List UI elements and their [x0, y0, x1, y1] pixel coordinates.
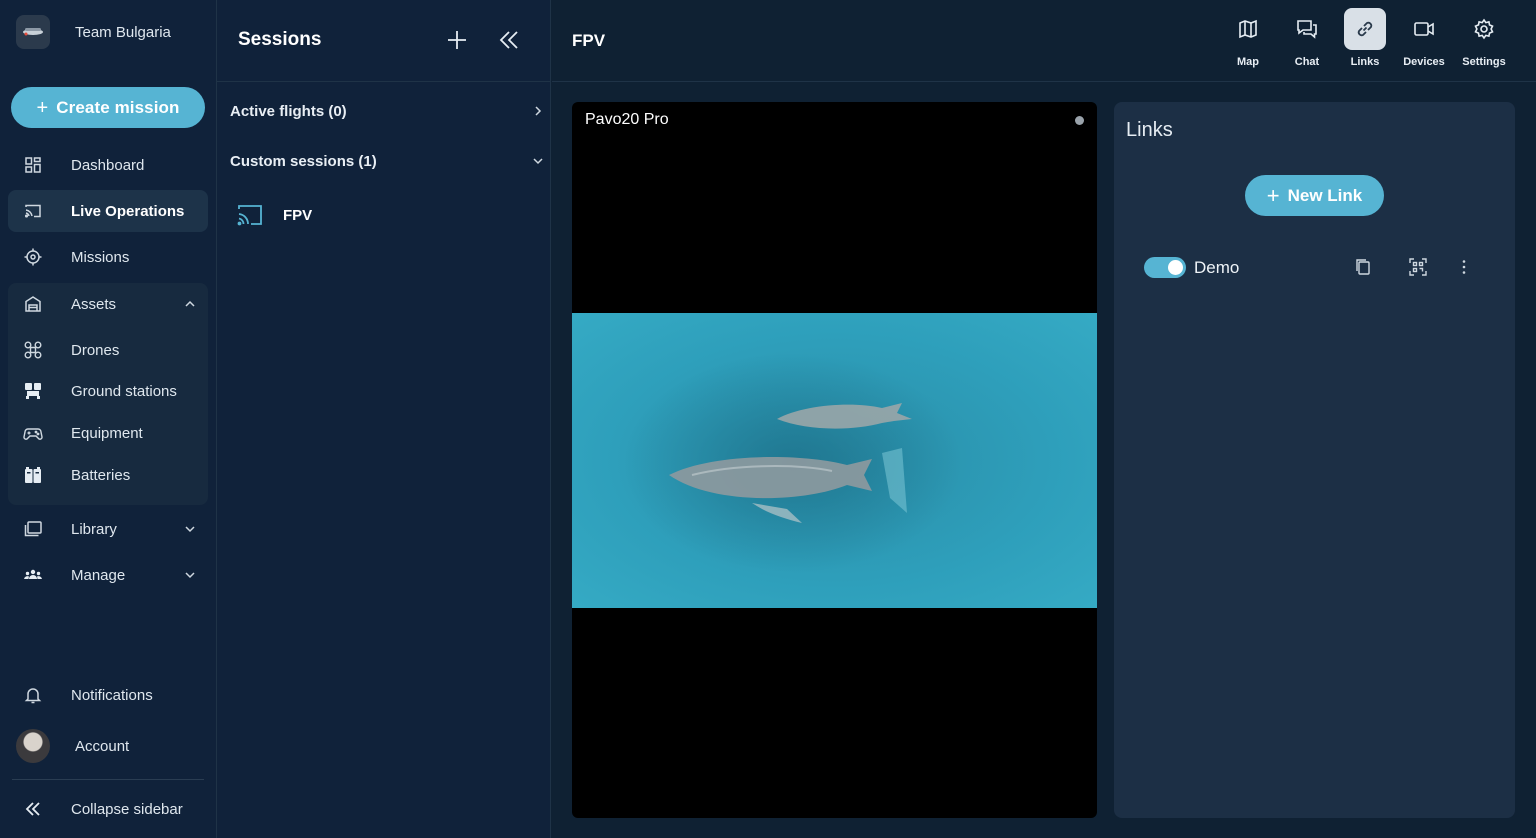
- collapse-sessions-icon[interactable]: [498, 29, 520, 51]
- collapse-sidebar-button[interactable]: Collapse sidebar: [8, 788, 208, 830]
- chevron-down-icon: [532, 155, 544, 167]
- sidebar-item-label: Equipment: [71, 424, 143, 442]
- sidebar-item-account[interactable]: Account: [12, 725, 208, 767]
- video-feed[interactable]: Pavo20 Pro: [572, 102, 1097, 818]
- sessions-panel: Sessions Active flights (0) Custom sessi…: [217, 0, 551, 838]
- chevron-up-icon[interactable]: [184, 298, 196, 310]
- warehouse-icon: [23, 294, 43, 314]
- page-title: FPV: [572, 31, 606, 50]
- tab-label: Devices: [1403, 56, 1445, 68]
- cast-icon: [23, 201, 43, 221]
- sidebar-item-label: Library: [71, 520, 117, 538]
- team-name: Team Bulgaria: [75, 23, 171, 41]
- team-logo: [16, 15, 50, 49]
- map-icon: [1227, 8, 1269, 50]
- sessions-header: Sessions: [217, 0, 551, 82]
- link-icon: [1344, 8, 1386, 50]
- gear-icon: [1463, 8, 1505, 50]
- tab-devices[interactable]: Devices: [1402, 8, 1446, 72]
- tab-label: Settings: [1462, 56, 1506, 68]
- session-item-fpv[interactable]: FPV: [237, 203, 312, 227]
- sidebar-divider: [12, 779, 204, 780]
- chat-icon: [1286, 8, 1328, 50]
- custom-sessions-row[interactable]: Custom sessions (1): [230, 146, 544, 176]
- dashboard-icon: [23, 155, 43, 175]
- left-sidebar: Team Bulgaria + Create mission Dashboard…: [0, 0, 217, 838]
- battery-icon: [23, 465, 43, 485]
- ground-station-icon: [23, 381, 43, 401]
- link-name: Demo: [1194, 258, 1240, 277]
- sidebar-item-ground-stations[interactable]: Ground stations: [8, 370, 208, 412]
- sidebar-item-library[interactable]: Library: [8, 508, 208, 550]
- tab-chat[interactable]: Chat: [1285, 8, 1329, 72]
- double-chevron-left-icon: [23, 799, 43, 819]
- sidebar-item-label: Drones: [71, 341, 120, 359]
- cast-icon: [237, 203, 263, 227]
- sidebar-item-label: Manage: [71, 566, 126, 584]
- copy-icon[interactable]: [1353, 257, 1373, 277]
- gamepad-icon: [23, 423, 43, 443]
- sidebar-item-label: Ground stations: [71, 382, 177, 400]
- toggle-knob: [1168, 260, 1183, 275]
- sidebar-item-drones[interactable]: Drones: [8, 329, 208, 371]
- target-icon: [23, 247, 43, 267]
- sidebar-item-equipment[interactable]: Equipment: [8, 412, 208, 454]
- new-link-label: New Link: [1287, 185, 1363, 205]
- sidebar-item-label: Batteries: [71, 466, 131, 484]
- chevron-right-icon: [532, 105, 544, 117]
- sidebar-item-label: Live Operations: [71, 202, 185, 220]
- tab-label: Links: [1350, 56, 1380, 68]
- sidebar-item-label: Assets: [71, 295, 117, 313]
- sidebar-item-label: Collapse sidebar: [71, 800, 183, 818]
- sidebar-item-label: Missions: [71, 248, 130, 266]
- bell-icon: [23, 685, 43, 705]
- tab-label: Chat: [1294, 56, 1320, 68]
- sidebar-item-label: Dashboard: [71, 156, 145, 174]
- status-indicator: [1075, 116, 1084, 125]
- sidebar-item-manage[interactable]: Manage: [8, 554, 208, 596]
- link-enabled-toggle[interactable]: [1144, 257, 1186, 278]
- sidebar-item-assets[interactable]: Assets: [8, 283, 208, 325]
- sidebar-item-dashboard[interactable]: Dashboard: [8, 144, 208, 186]
- video-camera-icon: [1403, 8, 1445, 50]
- device-name: Pavo20 Pro: [585, 111, 669, 128]
- plus-icon: +: [36, 96, 49, 119]
- active-flights-label: Active flights (0): [230, 102, 347, 120]
- sidebar-item-missions[interactable]: Missions: [8, 236, 208, 278]
- chevron-down-icon[interactable]: [184, 569, 196, 581]
- add-session-icon[interactable]: [446, 29, 468, 51]
- new-link-button[interactable]: + New Link: [1245, 175, 1384, 216]
- sidebar-item-notifications[interactable]: Notifications: [8, 674, 208, 716]
- links-panel: Links + New Link Demo: [1114, 102, 1515, 818]
- sidebar-item-label: Notifications: [71, 686, 153, 704]
- chevron-down-icon[interactable]: [184, 523, 196, 535]
- tab-links[interactable]: Links: [1343, 8, 1387, 72]
- links-title: Links: [1126, 119, 1173, 141]
- link-row: Demo: [1144, 254, 1474, 280]
- custom-sessions-label: Custom sessions (1): [230, 152, 377, 170]
- create-mission-button[interactable]: + Create mission: [11, 87, 205, 128]
- plus-icon: +: [1266, 182, 1280, 208]
- qr-code-icon[interactable]: [1408, 257, 1428, 277]
- main-header: FPV Map Chat Links Devices Settings: [552, 0, 1536, 82]
- active-flights-row[interactable]: Active flights (0): [230, 96, 544, 126]
- team-switcher[interactable]: Team Bulgaria: [16, 15, 171, 49]
- video-frame-whales: [572, 313, 1097, 608]
- drone-icon: [23, 340, 43, 360]
- session-item-label: FPV: [283, 206, 313, 224]
- sidebar-item-batteries[interactable]: Batteries: [8, 454, 208, 496]
- tab-settings[interactable]: Settings: [1462, 8, 1506, 72]
- create-mission-label: Create mission: [56, 97, 180, 117]
- sidebar-item-live-operations[interactable]: Live Operations: [8, 190, 208, 232]
- sessions-title: Sessions: [238, 29, 322, 50]
- team-icon: [23, 565, 43, 585]
- tab-map[interactable]: Map: [1226, 8, 1270, 72]
- more-vertical-icon[interactable]: [1454, 257, 1474, 277]
- tab-label: Map: [1237, 56, 1259, 68]
- library-icon: [23, 519, 43, 539]
- sidebar-item-label: Account: [75, 737, 130, 755]
